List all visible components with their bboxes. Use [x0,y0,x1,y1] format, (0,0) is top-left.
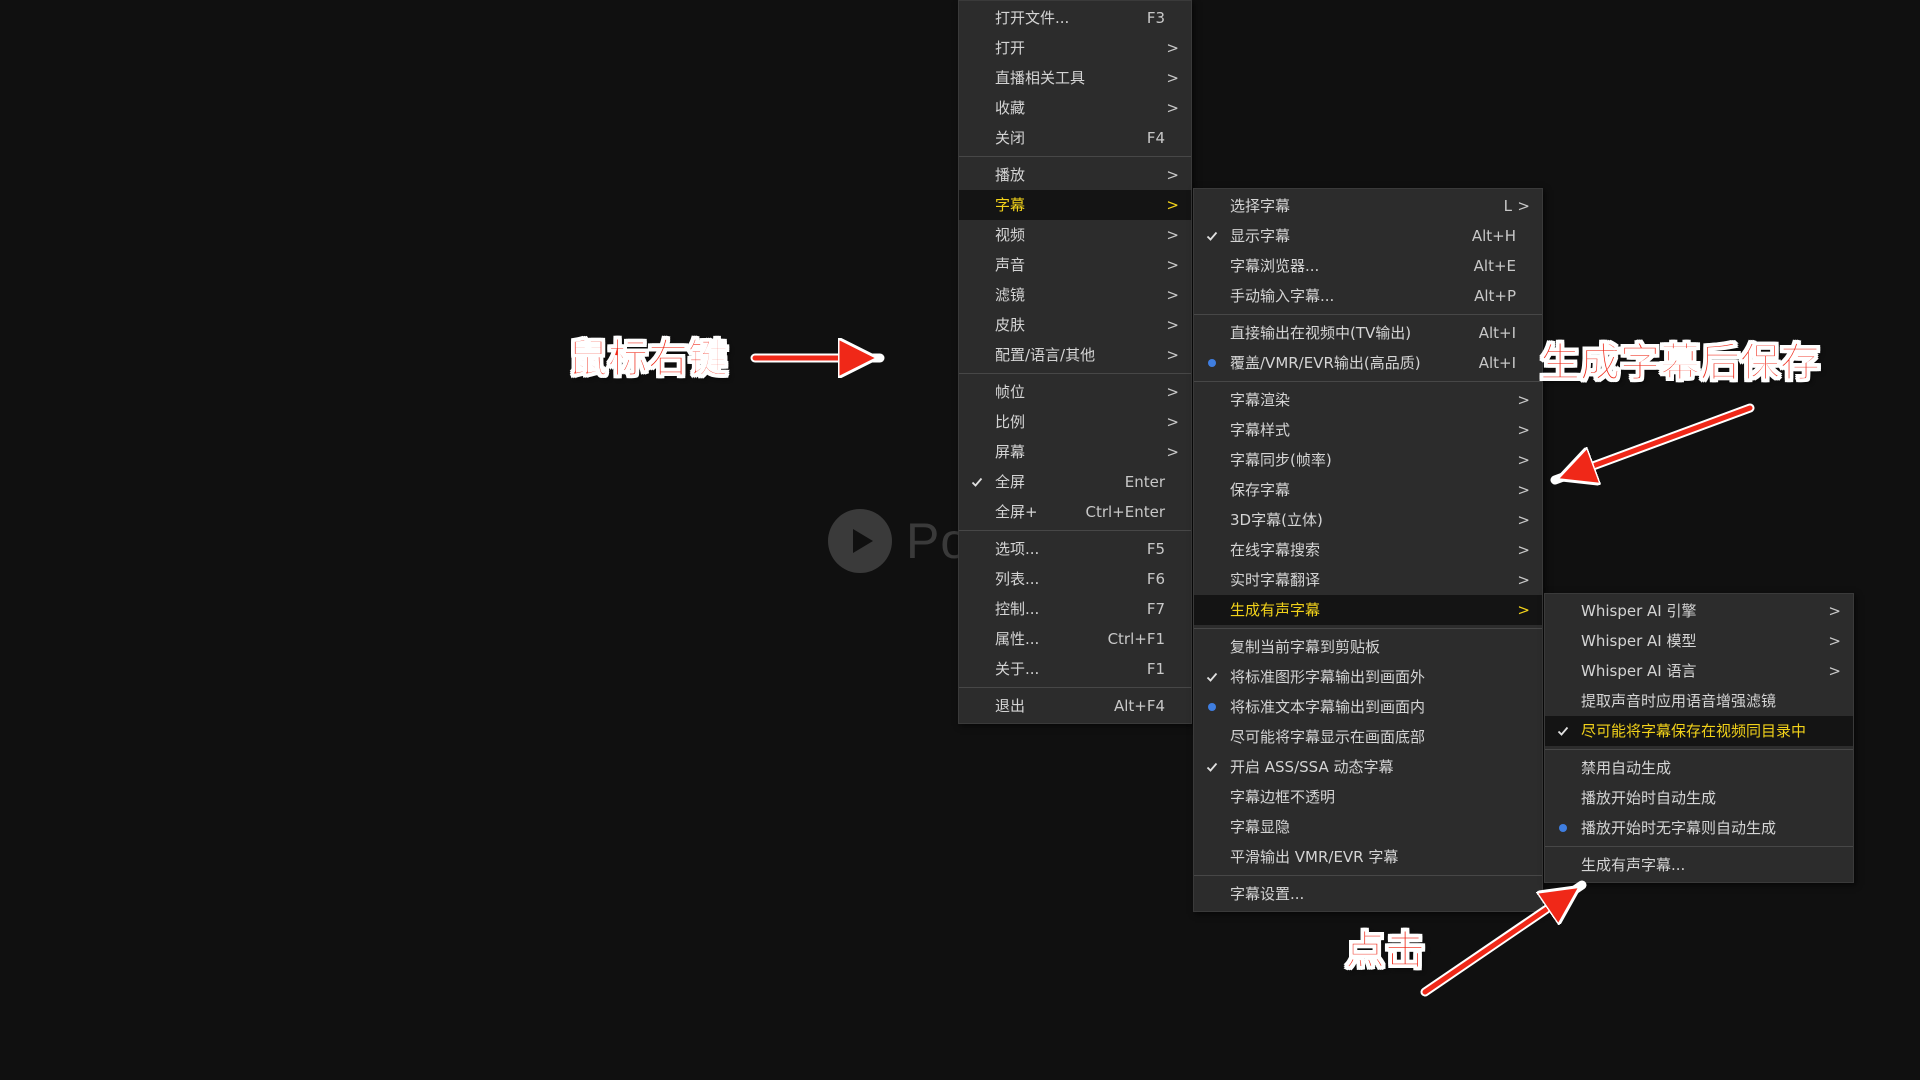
screen: Po 打开文件... F3 打开 > 直播相关工具 > 收藏 > 关闭 F4 播放 > 字幕 > 视频 > 声音… [0,0,1920,1080]
annotation-right-click: 鼠标右键 [568,336,729,383]
arrow-to-save-submenu [1550,403,1755,480]
arrow-to-generate-item [1420,880,1587,997]
annotation-click: 点击 [1345,928,1426,975]
annotation-save-after-generate: 生成字幕后保存 [1540,340,1821,387]
annotation-arrows [750,0,1755,997]
